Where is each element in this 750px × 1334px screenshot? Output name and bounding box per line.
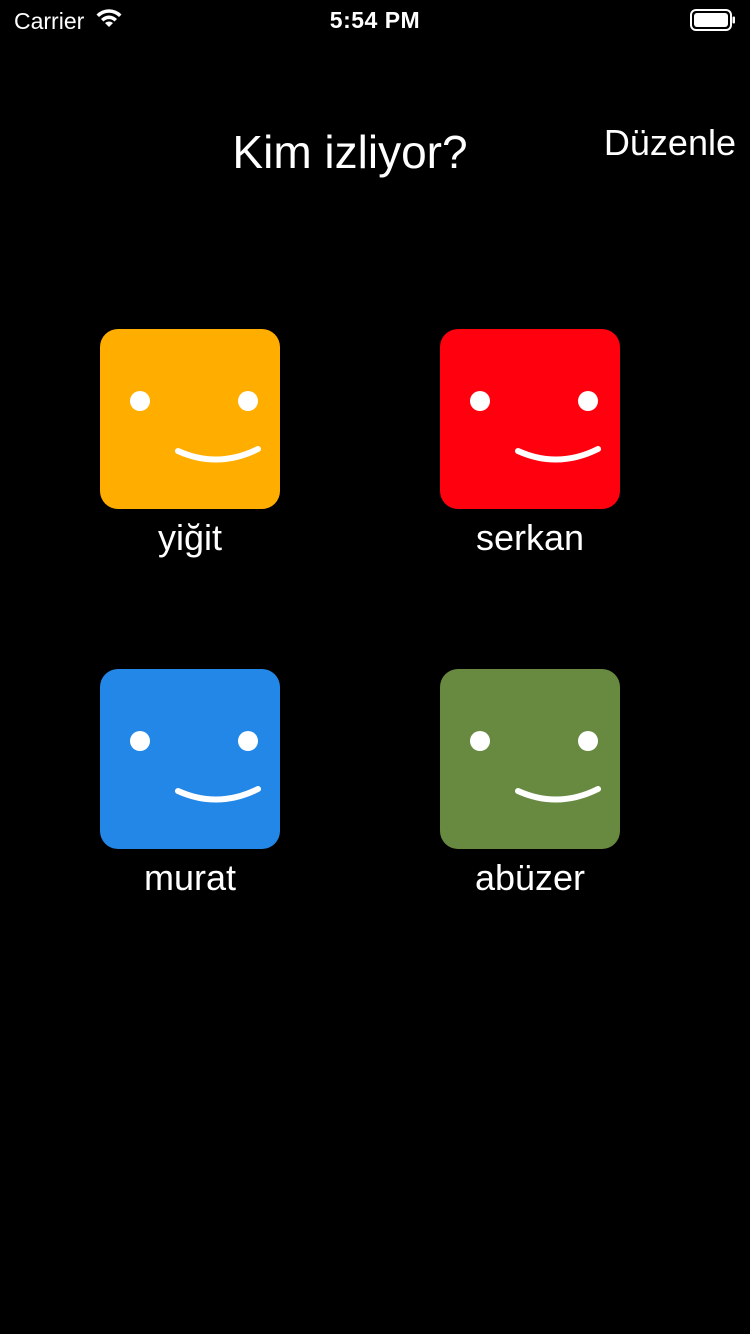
profile-tile[interactable]: abüzer — [440, 669, 620, 899]
profile-avatar[interactable] — [100, 669, 280, 849]
edit-button[interactable]: Düzenle — [604, 122, 736, 164]
page-title: Kim izliyor? — [232, 126, 468, 178]
profile-avatar[interactable] — [440, 669, 620, 849]
profile-name: yiğit — [157, 517, 223, 558]
profile-tile[interactable]: yiğit — [100, 329, 280, 559]
profile-name: serkan — [475, 517, 585, 558]
battery-full-icon — [690, 9, 736, 37]
profile-tile[interactable]: serkan — [440, 329, 620, 559]
smiley-face-icon — [470, 731, 601, 803]
profile-selection-screen: Carrier 5:54 PM Kim izliyor? Düzenle yiğ… — [0, 0, 750, 1334]
smiley-face-icon — [130, 391, 261, 463]
status-bar: Carrier 5:54 PM — [0, 0, 750, 40]
profile-avatar[interactable] — [100, 329, 280, 509]
profile-name: murat — [143, 857, 237, 898]
profile-tile[interactable]: murat — [100, 669, 280, 899]
profile-avatar[interactable] — [440, 329, 620, 509]
profile-name: abüzer — [474, 857, 586, 898]
status-time: 5:54 PM — [329, 7, 421, 33]
smiley-face-icon — [470, 391, 601, 463]
smiley-face-icon — [130, 731, 261, 803]
